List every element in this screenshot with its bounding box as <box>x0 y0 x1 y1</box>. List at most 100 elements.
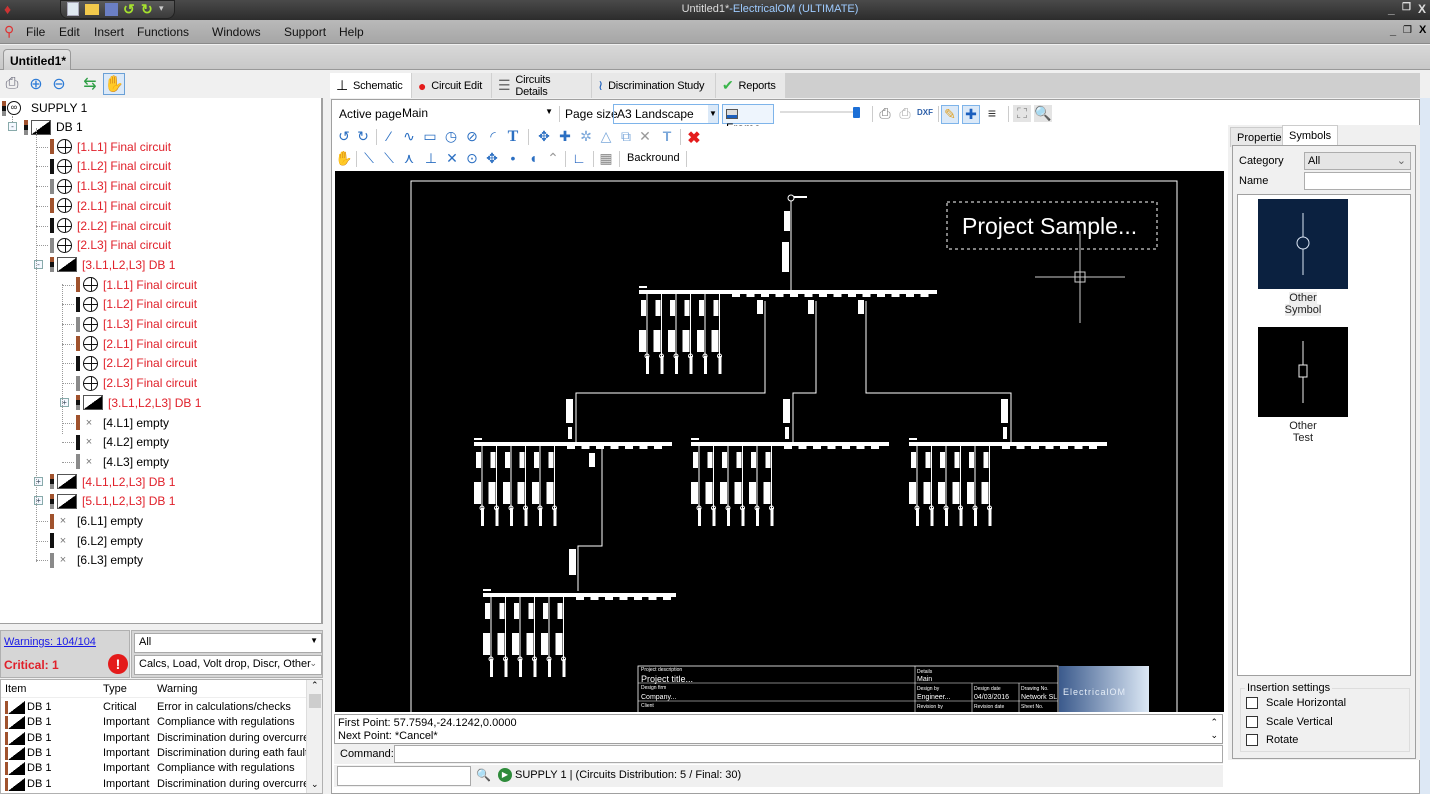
select-icon[interactable]: ✋ <box>103 73 125 95</box>
table-row[interactable]: DB 1 Important Discrimination during overc… <box>1 777 318 792</box>
column-header-warning[interactable]: Warning <box>157 683 198 695</box>
ellipse-icon[interactable]: ⊘ <box>463 128 481 145</box>
move-icon[interactable]: ✥ <box>535 128 553 145</box>
tab-discrimination-study[interactable]: ≀ Discrimination Study <box>592 73 716 98</box>
warning-level-select[interactable]: All ▼ <box>134 633 322 653</box>
command-input[interactable] <box>394 745 1223 763</box>
column-header-item[interactable]: Item <box>5 683 26 695</box>
tree-item[interactable]: [1.L3] Final circuit <box>62 315 197 333</box>
tree-item[interactable]: [1.L2] Final circuit <box>62 295 197 313</box>
arc-icon[interactable]: ◜ <box>484 128 502 145</box>
tab-circuit-edit[interactable]: ● Circuit Edit <box>412 73 492 98</box>
scroll-thumb[interactable] <box>309 694 321 708</box>
play-icon[interactable]: ▶ <box>498 768 512 782</box>
print-tree-icon[interactable]: ⎙ <box>1 73 23 95</box>
menu-edit[interactable]: Edit <box>59 25 80 39</box>
tree-item[interactable]: - DB 1 <box>8 118 83 136</box>
text-icon[interactable]: T <box>504 128 522 146</box>
redo-icon[interactable]: ↻ <box>354 128 372 145</box>
print-icon[interactable]: ⎙ <box>876 105 894 122</box>
zoom-slider[interactable] <box>780 107 864 121</box>
symbol-thumbnail[interactable] <box>1258 199 1348 289</box>
menu-insert[interactable]: Insert <box>94 25 124 39</box>
category-select[interactable]: All ⌄ <box>1304 152 1411 170</box>
close-button[interactable]: X <box>1418 2 1426 16</box>
tree-item[interactable]: × [4.L3] empty <box>62 453 169 471</box>
tree-item[interactable]: [1.L3] Final circuit <box>36 177 171 195</box>
name-input[interactable] <box>1304 172 1411 190</box>
snap-quadrant-icon[interactable]: ✥ <box>483 150 501 167</box>
pan-hand-icon[interactable]: ✋ <box>335 150 353 167</box>
snap-nearest-icon[interactable]: ⌃ <box>544 150 562 167</box>
tree-item[interactable]: [1.L1] Final circuit <box>36 138 171 156</box>
tree-item[interactable]: × [6.L3] empty <box>36 551 143 569</box>
warning-types-select[interactable]: Calcs, Load, Volt drop, Discr, Other ⌄ <box>134 655 322 675</box>
snap-center-icon[interactable]: ⊙ <box>463 150 481 167</box>
column-header-type[interactable]: Type <box>103 683 127 695</box>
undo-icon[interactable]: ↺ <box>335 128 353 145</box>
line-icon[interactable]: ⁄ <box>380 128 398 144</box>
active-page-select[interactable]: Main ▼ <box>400 104 555 123</box>
minimize-button[interactable]: _ <box>1388 2 1395 16</box>
grid-icon[interactable]: ▦ <box>597 150 615 167</box>
circuit-tree[interactable]: ∞ SUPPLY 1 - DB 1 [1.L1] Final circuit [1.L… <box>0 98 323 624</box>
output-scroll-down-icon[interactable]: ⌄ <box>1210 729 1218 742</box>
print-preview-icon[interactable]: ⎙ <box>896 105 914 122</box>
tree-item[interactable]: + [5.L1,L2,L3] DB 1 <box>34 492 175 510</box>
warnings-scrollbar[interactable]: ⌃ ⌄ <box>306 680 322 793</box>
delete-icon[interactable]: ✖ <box>685 128 703 148</box>
line-weight-icon[interactable]: ≡ <box>983 105 1001 121</box>
edit-pencil-icon[interactable]: ✎ <box>941 105 959 124</box>
doc-close-button[interactable]: X <box>1419 24 1426 36</box>
zoom-in-icon[interactable]: ⊕ <box>25 73 47 95</box>
menu-windows[interactable]: Windows <box>212 25 261 39</box>
tree-item[interactable]: × [6.L1] empty <box>36 512 143 530</box>
symbol-thumbnail[interactable] <box>1258 327 1348 417</box>
tab-symbols[interactable]: Symbols <box>1282 125 1339 147</box>
tree-item[interactable]: [2.L1] Final circuit <box>62 335 197 353</box>
mirror-icon[interactable]: △ <box>597 128 615 145</box>
tab-reports[interactable]: ✔ Reports <box>716 73 786 98</box>
table-row[interactable]: DB 1 Important Compliance with regulations <box>1 715 306 730</box>
array-icon[interactable]: ✲ <box>577 128 595 145</box>
trim-icon[interactable]: ✕ <box>636 128 654 145</box>
scale-horizontal-checkbox[interactable]: Scale Horizontal <box>1246 697 1346 709</box>
snap-intersection-icon[interactable]: ⋏ <box>400 150 418 167</box>
scale-icon[interactable]: ⧉ <box>617 128 635 145</box>
menu-help[interactable]: Help <box>339 25 364 39</box>
tree-item[interactable]: [2.L1] Final circuit <box>36 197 171 215</box>
tree-root[interactable]: ∞ SUPPLY 1 <box>2 99 87 117</box>
snap-tangent-icon[interactable]: ◖ <box>524 150 542 166</box>
collapse-icon[interactable]: - <box>8 122 17 131</box>
drawing-canvas[interactable]: Project Sample... Project description Pr… <box>335 171 1224 712</box>
snap-node-icon[interactable]: • <box>504 150 522 166</box>
search-input[interactable] <box>337 766 471 786</box>
rectangle-icon[interactable]: ▭ <box>421 128 439 145</box>
search-icon[interactable]: 🔍 <box>476 768 491 782</box>
slider-thumb[interactable] <box>853 107 860 118</box>
checkbox[interactable] <box>1246 716 1258 728</box>
curve-icon[interactable]: ∿ <box>400 128 418 145</box>
tree-item[interactable]: [1.L2] Final circuit <box>36 157 171 175</box>
table-row[interactable]: DB 1 Important Discrimination during eath … <box>1 746 308 761</box>
table-row[interactable]: DB 1 Important Compliance with regulations <box>1 761 306 776</box>
document-tab[interactable]: Untitled1* <box>3 49 71 70</box>
tree-item[interactable]: × [4.L2] empty <box>62 433 169 451</box>
restore-button[interactable]: ❐ <box>1402 2 1411 13</box>
tree-item[interactable]: [2.L3] Final circuit <box>36 236 171 254</box>
snap-perpendicular-icon[interactable]: ⊥ <box>422 150 440 167</box>
tab-circuits-details[interactable]: ☰ Circuits Details <box>492 73 592 98</box>
frame-toggle[interactable]: Frame <box>722 104 774 135</box>
tree-item[interactable]: + [3.L1,L2,L3] DB 1 <box>60 394 201 412</box>
edit-text-icon[interactable]: T <box>658 128 676 144</box>
table-row[interactable]: DB 1 Critical Error in calculations/checks <box>1 700 306 715</box>
tree-item[interactable]: × [6.L2] empty <box>36 532 143 550</box>
snap-midpoint-icon[interactable]: ⟍ <box>380 150 398 167</box>
menu-file[interactable]: File <box>26 25 45 39</box>
tree-item[interactable]: [2.L2] Final circuit <box>36 217 171 235</box>
scale-vertical-checkbox[interactable]: Scale Vertical <box>1246 716 1333 728</box>
circle-icon[interactable]: ◷ <box>442 128 460 145</box>
zoom-out-icon[interactable]: ⊖ <box>48 73 70 95</box>
menu-support[interactable]: Support <box>284 25 326 39</box>
warnings-link[interactable]: Warnings: 104/104 <box>4 636 96 648</box>
